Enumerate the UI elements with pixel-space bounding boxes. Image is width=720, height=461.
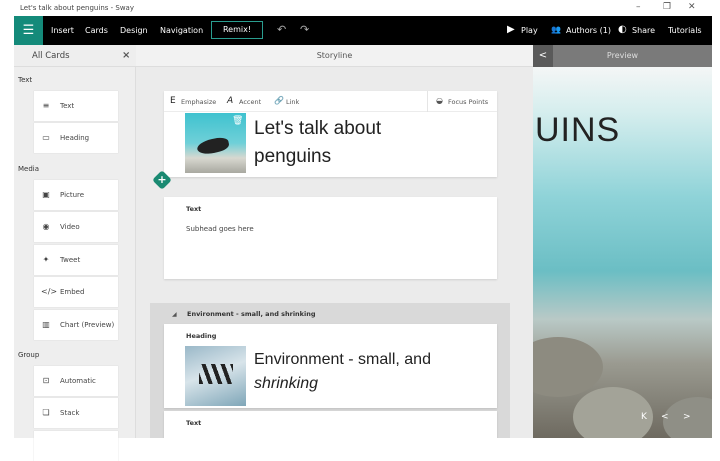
tutorials-button[interactable]: Tutorials bbox=[668, 26, 702, 35]
penguin-image[interactable]: 🗑 bbox=[185, 113, 246, 173]
minimize-button[interactable]: – bbox=[636, 2, 641, 12]
title-line-2[interactable]: penguins bbox=[254, 143, 381, 171]
hamburger-icon[interactable]: ☰ bbox=[14, 16, 43, 45]
close-window-button[interactable]: ✕ bbox=[688, 2, 696, 12]
heading-line-2[interactable]: shrinking bbox=[254, 372, 431, 396]
restore-button[interactable]: ❐ bbox=[663, 2, 671, 12]
storyline-panel: Storyline E Emphasize A Accent 🔗 Link ◒ … bbox=[136, 45, 533, 438]
heading-line-1[interactable]: Environment - small, and bbox=[254, 348, 431, 372]
cards-panel-title: All Cards bbox=[32, 51, 70, 61]
preview-header: Preview bbox=[533, 45, 712, 67]
heading-icon: ▭ bbox=[42, 133, 50, 143]
collapse-icon[interactable]: ◢ bbox=[172, 311, 177, 318]
preview-image: UINS K < > bbox=[533, 67, 712, 438]
heading-card-label: Heading bbox=[186, 332, 217, 340]
focus-points-icon[interactable]: ◒ bbox=[436, 96, 443, 105]
play-button[interactable]: Play bbox=[521, 26, 538, 35]
automatic-icon: ⊡ bbox=[42, 376, 50, 385]
redo-icon[interactable]: ↷ bbox=[300, 23, 309, 36]
title-bar: Let's talk about penguins - Sway – ❐ ✕ bbox=[0, 0, 720, 16]
subhead-text[interactable]: Subhead goes here bbox=[186, 225, 254, 233]
card-label: Embed bbox=[60, 288, 85, 297]
window-title: Let's talk about penguins - Sway bbox=[20, 4, 134, 12]
card-label: Stack bbox=[60, 409, 80, 418]
card-stack[interactable]: ❏ Stack bbox=[34, 398, 118, 429]
card-text[interactable]: ≡ Text bbox=[34, 91, 118, 121]
section-group: ◢ Environment - small, and shrinking Hea… bbox=[150, 303, 510, 438]
close-panel-button[interactable]: × bbox=[122, 50, 130, 61]
accent-icon[interactable]: A bbox=[227, 96, 233, 106]
text-card-2-label: Text bbox=[186, 419, 202, 427]
share-button[interactable]: Share bbox=[632, 26, 655, 35]
accent-button[interactable]: Accent bbox=[239, 98, 261, 106]
title-line-1[interactable]: Let's talk about bbox=[254, 115, 381, 143]
next-slide-button[interactable]: > bbox=[683, 412, 691, 422]
collapse-preview-button[interactable]: < bbox=[533, 45, 553, 67]
card-heading[interactable]: ▭ Heading bbox=[34, 123, 118, 154]
card-automatic[interactable]: ⊡ Automatic bbox=[34, 366, 118, 396]
link-button[interactable]: Link bbox=[286, 98, 299, 106]
section-label-media: Media bbox=[18, 165, 40, 173]
storyline-header: Storyline bbox=[136, 45, 533, 67]
plus-icon: + bbox=[157, 173, 167, 186]
prev-slide-button[interactable]: < bbox=[661, 412, 669, 422]
card-label: Chart (Preview) bbox=[60, 320, 115, 329]
cards-panel-header: All Cards × bbox=[14, 45, 136, 67]
toolbar: ☰ Insert Cards Design Navigation Remix! … bbox=[14, 16, 712, 45]
share-icon[interactable]: ◐ bbox=[618, 24, 627, 35]
play-icon[interactable]: ▶ bbox=[507, 24, 515, 35]
video-icon: ◉ bbox=[42, 222, 50, 232]
section-title[interactable]: Environment - small, and shrinking bbox=[187, 310, 316, 318]
preview-title-text: UINS bbox=[535, 111, 621, 149]
authors-button[interactable]: Authors (1) bbox=[566, 26, 611, 35]
card-chart-preview-[interactable]: ▥ Chart (Preview) bbox=[34, 309, 118, 340]
text-icon: ≡ bbox=[42, 101, 50, 110]
embed-icon: </> bbox=[41, 287, 58, 297]
focus-points-button[interactable]: Focus Points bbox=[448, 98, 488, 106]
tweet-icon: ✦ bbox=[42, 254, 50, 264]
emphasize-button[interactable]: Emphasize bbox=[181, 98, 216, 106]
stack-icon: ❏ bbox=[42, 408, 50, 418]
cards-menu[interactable]: Cards bbox=[85, 26, 108, 35]
delete-icon[interactable]: 🗑 bbox=[232, 116, 243, 126]
navigation-menu[interactable]: Navigation bbox=[160, 26, 203, 35]
chart-icon: ▥ bbox=[42, 319, 50, 329]
insert-menu[interactable]: Insert bbox=[51, 26, 74, 35]
link-icon[interactable]: 🔗 bbox=[274, 96, 284, 105]
card-label: Video bbox=[60, 223, 80, 232]
card-label: Heading bbox=[60, 134, 90, 143]
penguins-shape bbox=[199, 364, 233, 384]
card-label: Automatic bbox=[60, 377, 96, 385]
card-label: Tweet bbox=[60, 255, 81, 264]
picture-icon: ▣ bbox=[42, 190, 50, 199]
divider bbox=[427, 91, 428, 112]
card-video[interactable]: ◉ Video bbox=[34, 212, 118, 243]
card-more[interactable] bbox=[34, 431, 118, 461]
penguin-shape bbox=[195, 135, 231, 157]
card-picture[interactable]: ▣ Picture bbox=[34, 180, 118, 210]
card-label: Picture bbox=[60, 191, 85, 199]
cards-panel: All Cards × Text ≡ Text ▭ Heading Media ▣… bbox=[14, 45, 136, 461]
remix-button[interactable]: Remix! bbox=[211, 21, 263, 39]
emphasize-icon[interactable]: E bbox=[170, 96, 176, 106]
design-menu[interactable]: Design bbox=[120, 26, 148, 35]
first-slide-button[interactable]: K bbox=[641, 412, 647, 422]
text-card-label: Text bbox=[186, 205, 202, 213]
text-card[interactable]: Text Subhead goes here bbox=[164, 197, 497, 279]
card-embed[interactable]: </> Embed bbox=[34, 277, 118, 308]
title-card[interactable]: 🗑 Let's talk about penguins bbox=[164, 112, 497, 177]
section-label-text: Text bbox=[18, 76, 33, 84]
format-bar: E Emphasize A Accent 🔗 Link ◒ Focus Poin… bbox=[164, 91, 497, 112]
text-card-2[interactable]: Text bbox=[164, 411, 497, 438]
card-tweet[interactable]: ✦ Tweet bbox=[34, 244, 118, 275]
rock bbox=[533, 337, 603, 397]
card-label: Text bbox=[60, 102, 75, 110]
authors-icon[interactable]: 👥 bbox=[551, 25, 561, 34]
undo-icon[interactable]: ↶ bbox=[277, 23, 286, 36]
heading-card[interactable]: Heading Environment - small, and shrinki… bbox=[164, 324, 497, 408]
penguins-group-image[interactable] bbox=[185, 346, 246, 406]
preview-panel: UINS K < > Preview < bbox=[533, 45, 712, 438]
section-label-group: Group bbox=[18, 351, 40, 359]
